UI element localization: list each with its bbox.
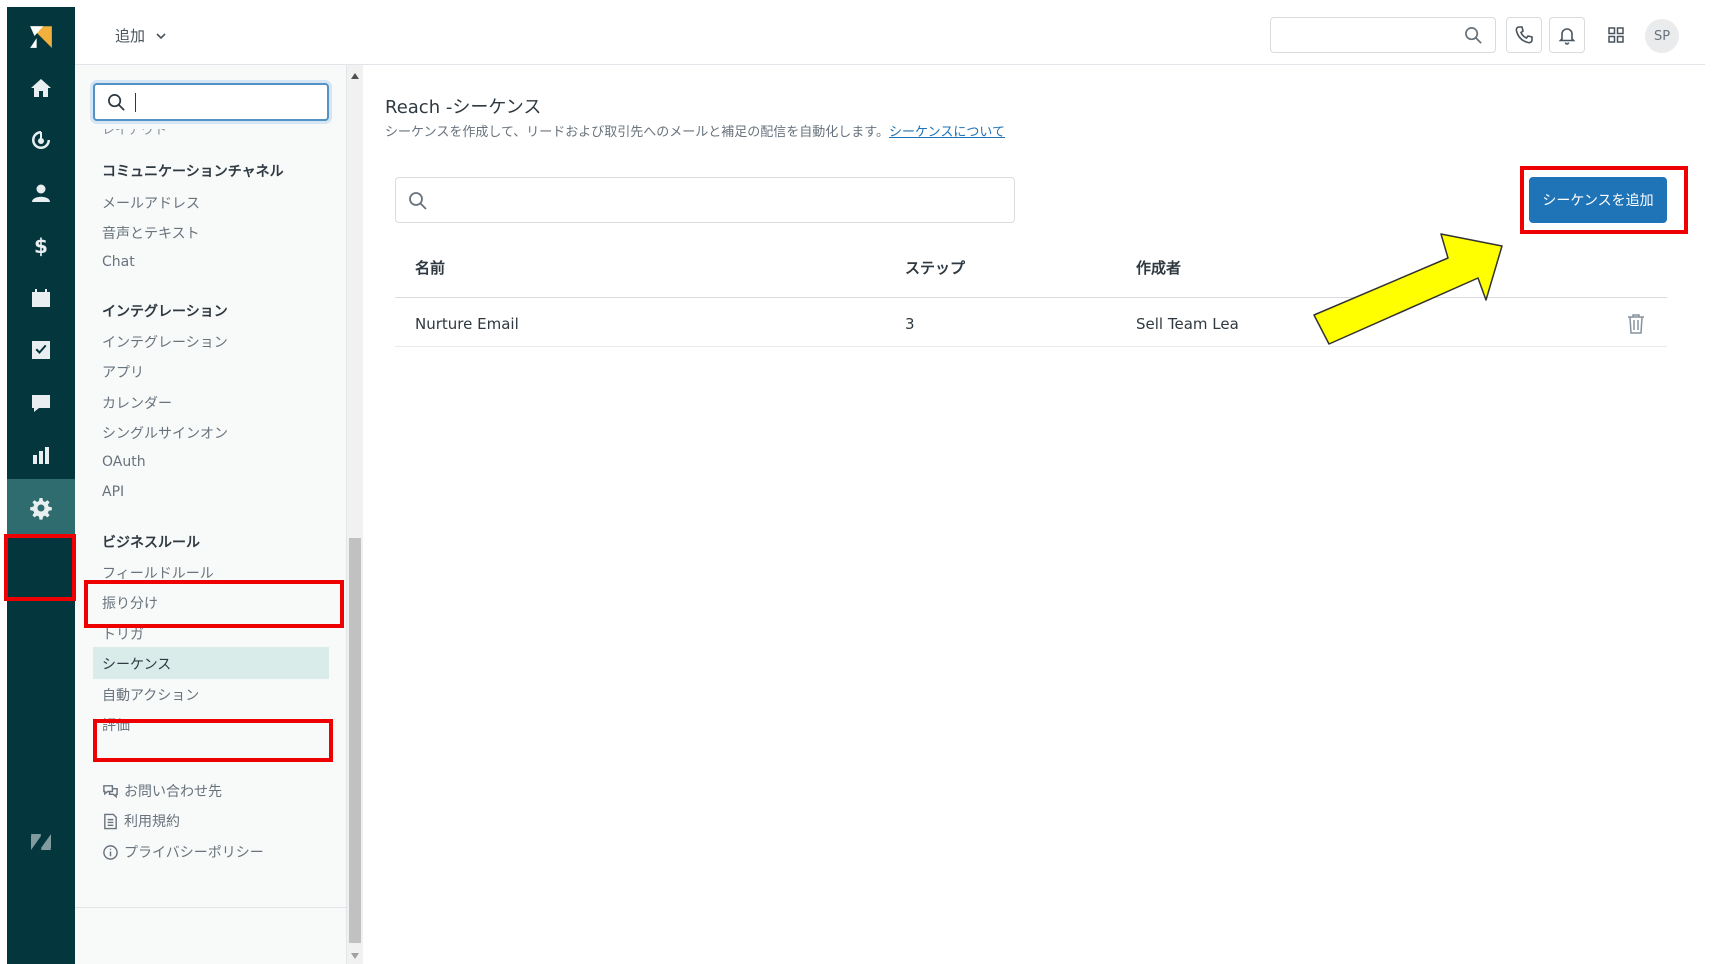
text-caret [135,93,136,112]
sidebar-footer [75,907,346,908]
highlight-box-business-rules [84,580,344,628]
home-icon[interactable] [7,59,75,117]
sequences-help-link[interactable]: シーケンスについて [889,125,1005,140]
app-window: $ 追加 SP レイアウト コミュニケーションチャネル メールアドレス 音声とテ… [0,0,1728,964]
highlight-box-sequences [93,719,333,762]
footer-link-privacy[interactable]: プライバシーポリシー [102,842,264,862]
deals-icon[interactable]: $ [7,216,75,274]
sidebar-item-oauth[interactable]: OAuth [102,454,146,470]
sidebar-item-apps[interactable]: アプリ [102,362,144,382]
footer-link-label: プライバシーポリシー [124,845,264,861]
zendesk-icon[interactable] [7,813,75,871]
avatar[interactable]: SP [1645,19,1679,53]
footer-link-label: お問い合わせ先 [124,784,222,800]
bell-icon [1558,28,1576,45]
main-content: Reach -シーケンス シーケンスを作成して、リードおよび取引先へのメールと補… [363,65,1705,964]
sidebar-item-layout[interactable]: レイアウト [102,129,167,139]
sidebar-item-voice-text[interactable]: 音声とテキスト [102,223,200,243]
sidebar-item-api[interactable]: API [102,484,124,500]
contacts-icon[interactable] [7,164,75,222]
footer-link-contact[interactable]: お問い合わせ先 [102,781,222,801]
svg-text:$: $ [34,234,48,257]
add-menu-button[interactable]: 追加 [115,25,167,46]
column-header-steps[interactable]: ステップ [905,257,965,278]
cell-steps: 3 [905,315,915,333]
chevron-down-icon [156,32,166,39]
highlight-box-add-sequence [1520,166,1688,234]
sidebar-scrollbar[interactable] [347,65,363,964]
footer-link-terms[interactable]: 利用規約 [102,811,180,831]
section-title-business-rules: ビジネスルール [102,535,200,551]
search-icon [108,94,125,111]
sidebar-item-sso[interactable]: シングルサインオン [102,423,228,443]
apps-grid-icon [1608,27,1624,43]
sidebar-item-auto-actions[interactable]: 自動アクション [102,685,199,705]
reports-icon[interactable] [7,426,75,484]
footer-link-label: 利用規約 [124,814,180,830]
column-header-author[interactable]: 作成者 [1136,257,1181,278]
scroll-up-arrow[interactable] [351,73,359,79]
page-description-text: シーケンスを作成して、リードおよび取引先へのメールと補足の配信を自動化します。 [385,125,890,140]
settings-sidebar: レイアウト コミュニケーションチャネル メールアドレス 音声とテキスト Chat… [75,65,347,964]
sidebar-item-calendar[interactable]: カレンダー [102,393,172,413]
search-icon [409,192,427,210]
gear-icon[interactable] [7,479,75,537]
sidebar-item-integrations[interactable]: インテグレーション [102,332,228,352]
delete-button[interactable] [1626,313,1646,335]
chat-bubbles-icon [103,784,118,798]
cell-author: Sell Team Lea [1136,315,1239,333]
trash-icon [1628,314,1644,334]
section-title-integration: インテグレーション [102,304,228,320]
annotation-arrow-icon [1313,233,1503,345]
sidebar-item-email-address[interactable]: メールアドレス [102,193,200,213]
tasks-icon[interactable] [7,321,75,379]
calendar-icon[interactable] [7,269,75,327]
sidebar-item-sequences[interactable]: シーケンス [93,647,329,679]
add-menu-label: 追加 [115,27,146,45]
info-icon [103,844,118,860]
chat-icon[interactable] [7,374,75,432]
apps-button[interactable] [1602,21,1630,49]
leads-icon[interactable] [7,111,75,169]
global-search-input[interactable] [1270,17,1496,53]
logo-icon[interactable] [7,7,75,65]
sidebar-item-chat[interactable]: Chat [102,254,135,270]
page-title: Reach -シーケンス [385,97,542,118]
cell-name[interactable]: Nurture Email [415,315,519,333]
sequence-search-input[interactable] [395,177,1015,223]
scroll-thumb[interactable] [349,538,361,943]
product-rail: $ [7,7,75,964]
phone-button[interactable] [1506,17,1542,53]
notifications-button[interactable] [1549,17,1585,53]
highlight-box-settings [4,534,76,601]
search-icon [1465,27,1482,44]
document-icon [104,813,117,829]
scroll-down-arrow[interactable] [351,953,359,959]
top-bar: 追加 SP [75,7,1705,65]
section-title-communication: コミュニケーションチャネル [102,164,284,180]
sidebar-search-input[interactable] [93,83,329,121]
phone-icon [1515,26,1533,44]
page-description: シーケンスを作成して、リードおよび取引先へのメールと補足の配信を自動化します。シ… [385,121,1005,140]
column-header-name[interactable]: 名前 [415,257,445,278]
